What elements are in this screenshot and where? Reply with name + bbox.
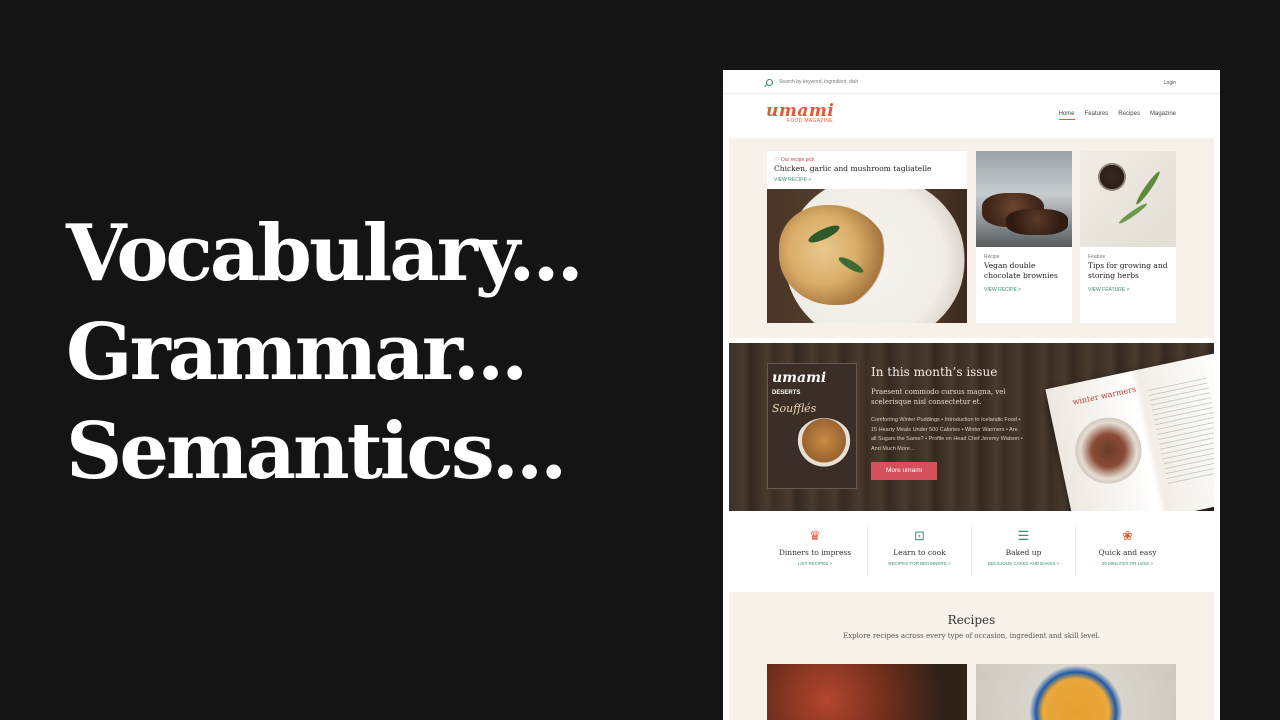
spread-plate xyxy=(1069,411,1148,490)
category-title[interactable]: Learn to cook xyxy=(868,548,971,557)
spread-headline: winter warmers xyxy=(1071,384,1137,407)
spice-bowl xyxy=(1098,163,1126,191)
main-nav: Home Features Recipes Magazine xyxy=(1058,111,1176,120)
slide-headline: Vocabulary... Grammar... Semantics... xyxy=(66,204,584,501)
recipes-subtitle: Explore recipes across every type of occ… xyxy=(843,632,1100,640)
spread-body-text xyxy=(1147,377,1214,488)
card-kicker: Recipe xyxy=(984,254,1000,260)
category-learn[interactable]: ⊡ Learn to cook RECIPES FOR BEGINNERS > xyxy=(867,525,971,577)
category-title[interactable]: Baked up xyxy=(972,548,1075,557)
card-title[interactable]: Tips for growing and storing herbs xyxy=(1088,261,1172,280)
herbs-photo[interactable] xyxy=(1080,151,1176,247)
category-link[interactable]: 20 MINUTES OR LESS > xyxy=(1076,561,1179,566)
card-kicker: Feature xyxy=(1088,254,1106,260)
tagliatelle-photo[interactable] xyxy=(767,189,967,323)
hero-section: ♡ Our recipe pick Chicken, garlic and mu… xyxy=(729,138,1214,338)
nav-features[interactable]: Features xyxy=(1085,111,1109,120)
recipe-pick-label: ♡ Our recipe pick xyxy=(775,157,815,163)
recipe-tile-pizza[interactable] xyxy=(767,664,967,720)
chef-hat-icon: ♛ xyxy=(809,528,821,543)
lock-icon: ⊡ xyxy=(914,528,925,543)
category-link[interactable]: DELICIOUS CAKES AND BAKES > xyxy=(972,561,1075,566)
recipe-pick-text: Our recipe pick xyxy=(780,157,815,163)
cover-headline: DESERTS xyxy=(772,390,801,396)
headline-line-grammar: Grammar... xyxy=(66,307,528,398)
brownie-shape xyxy=(1006,209,1068,235)
category-row: ♛ Dinners to impress LIST RECIPES > ⊡ Le… xyxy=(723,520,1220,590)
search-input[interactable]: Search by keyword, ingredient, dish xyxy=(779,79,858,85)
category-baked[interactable]: ☰ Baked up DELICIOUS CAKES AND BAKES > xyxy=(971,525,1075,577)
issue-contents: Comforting Winter Puddings • Introductio… xyxy=(871,417,1023,452)
view-recipe-link[interactable]: VIEW RECIPE > xyxy=(774,177,811,183)
login-link[interactable]: Login xyxy=(1164,80,1176,86)
headline-line-semantics: Semantics... xyxy=(66,406,567,497)
category-link[interactable]: RECIPES FOR BEGINNERS > xyxy=(868,561,971,566)
featured-recipe-card[interactable]: ♡ Our recipe pick Chicken, garlic and mu… xyxy=(767,151,967,323)
lotus-icon: ❀ xyxy=(1122,528,1133,543)
view-feature-link[interactable]: VIEW FEATURE > xyxy=(1088,287,1129,293)
herb-sprig xyxy=(1134,169,1162,207)
herbs-card[interactable]: Feature Tips for growing and storing her… xyxy=(1080,151,1176,323)
headline-line-vocabulary: Vocabulary... xyxy=(66,208,584,299)
magazine-spread-image: winter warmers xyxy=(1045,351,1214,511)
category-title[interactable]: Dinners to impress xyxy=(763,548,867,557)
recipes-section: Recipes Explore recipes across every typ… xyxy=(729,592,1214,720)
recipe-tile-soup[interactable] xyxy=(976,664,1176,720)
nav-home[interactable]: Home xyxy=(1058,111,1075,120)
category-title[interactable]: Quick and easy xyxy=(1076,548,1179,557)
category-dinners[interactable]: ♛ Dinners to impress LIST RECIPES > xyxy=(763,525,867,577)
search-icon[interactable] xyxy=(766,79,773,86)
cover-logo: umami xyxy=(772,370,827,386)
issue-title: In this month’s issue xyxy=(871,365,998,379)
nav-magazine[interactable]: Magazine xyxy=(1150,111,1176,120)
card-title[interactable]: Vegan double chocolate brownies xyxy=(984,261,1068,280)
category-quick[interactable]: ❀ Quick and easy 20 MINUTES OR LESS > xyxy=(1075,525,1179,577)
monthly-issue-banner: umami DESERTS Soufflés In this month’s i… xyxy=(729,343,1214,511)
cover-feature: Soufflés xyxy=(772,402,817,415)
cake-icon: ☰ xyxy=(1017,528,1030,543)
brownies-card[interactable]: Recipe Vegan double chocolate brownies V… xyxy=(976,151,1072,323)
recipes-title: Recipes xyxy=(947,613,996,627)
logo-subtitle: FOOD MAGAZINE xyxy=(787,118,833,124)
brownies-photo[interactable] xyxy=(976,151,1072,247)
utility-bar: Search by keyword, ingredient, dish Logi… xyxy=(723,70,1220,94)
view-recipe-link[interactable]: VIEW RECIPE > xyxy=(984,287,1021,293)
featured-recipe-title[interactable]: Chicken, garlic and mushroom tagliatelle xyxy=(774,164,931,173)
magazine-cover[interactable]: umami DESERTS Soufflés xyxy=(767,363,857,489)
nav-recipes[interactable]: Recipes xyxy=(1118,111,1140,120)
souffle-dish xyxy=(796,418,852,468)
issue-lede: Praesent commodo cursus magna, vel scele… xyxy=(871,388,1006,406)
herb-sprig xyxy=(1117,201,1149,226)
category-link[interactable]: LIST RECIPES > xyxy=(763,561,867,566)
more-umami-button[interactable]: More umami xyxy=(871,462,937,480)
website-mockup: Search by keyword, ingredient, dish Logi… xyxy=(723,70,1220,720)
